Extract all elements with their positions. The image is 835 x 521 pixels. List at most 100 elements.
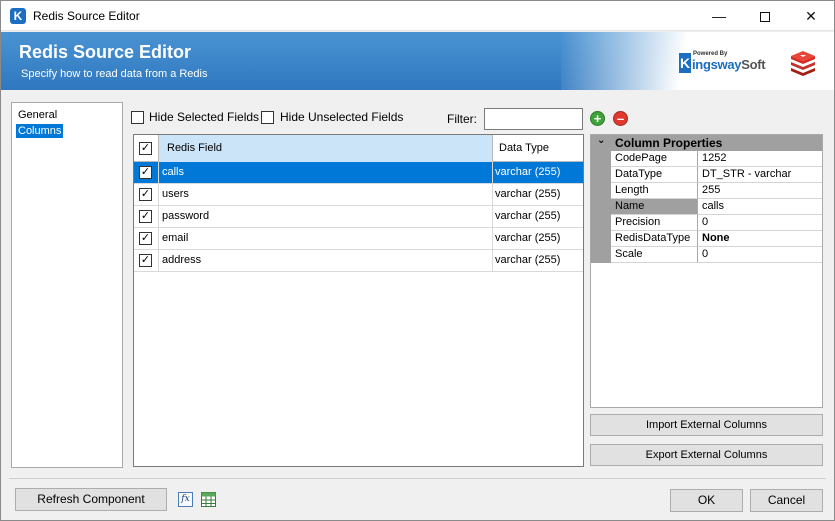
plus-icon: + bbox=[593, 111, 602, 126]
table-row[interactable]: ✓ password varchar (255) bbox=[134, 206, 583, 228]
property-gutter bbox=[591, 151, 611, 167]
banner-title: Redis Source Editor bbox=[19, 42, 192, 62]
property-gutter bbox=[591, 199, 611, 215]
property-row[interactable]: DataType DT_STR - varchar bbox=[591, 167, 822, 183]
row-field-name[interactable]: calls bbox=[159, 162, 493, 184]
property-name: RedisDataType bbox=[611, 231, 698, 247]
filter-input[interactable] bbox=[484, 108, 583, 130]
import-external-columns-button[interactable]: Import External Columns bbox=[590, 414, 823, 436]
minimize-button[interactable]: — bbox=[696, 1, 742, 31]
table-row[interactable]: ✓ email varchar (255) bbox=[134, 228, 583, 250]
redis-logo-icon bbox=[791, 51, 815, 76]
property-name: Precision bbox=[611, 215, 698, 231]
property-gutter bbox=[591, 183, 611, 199]
property-gutter bbox=[591, 247, 611, 263]
row-checkbox[interactable]: ✓ bbox=[139, 188, 152, 201]
property-row[interactable]: Scale 0 bbox=[591, 247, 822, 263]
hide-unselected-label: Hide Unselected Fields bbox=[280, 110, 404, 124]
collapse-chevron-icon[interactable]: ⌄ bbox=[597, 135, 605, 146]
row-field-name[interactable]: password bbox=[159, 206, 493, 228]
row-data-type[interactable]: varchar (255) bbox=[493, 250, 583, 272]
row-field-name[interactable]: users bbox=[159, 184, 493, 206]
row-select-cell: ✓ bbox=[134, 250, 159, 272]
row-select-cell: ✓ bbox=[134, 162, 159, 184]
property-name-selected: Name bbox=[611, 199, 698, 215]
nav-item-columns[interactable]: Columns bbox=[16, 124, 64, 138]
property-row[interactable]: Name calls bbox=[591, 199, 822, 215]
logo-k-icon: K bbox=[679, 53, 691, 73]
property-row[interactable]: RedisDataType None bbox=[591, 231, 822, 247]
banner-subtitle: Specify how to read data from a Redis bbox=[21, 68, 208, 80]
title-bar: K Redis Source Editor — ✕ bbox=[1, 1, 834, 31]
export-external-columns-button[interactable]: Export External Columns bbox=[590, 444, 823, 466]
maximize-button[interactable] bbox=[742, 1, 788, 31]
expression-fx-icon[interactable]: fx bbox=[178, 492, 193, 507]
column-properties-grid: ⌄ Column Properties CodePage 1252 DataTy… bbox=[590, 134, 823, 408]
row-select-cell: ✓ bbox=[134, 184, 159, 206]
row-data-type[interactable]: varchar (255) bbox=[493, 184, 583, 206]
grid-header: ✓ Redis Field Data Type bbox=[134, 135, 583, 162]
property-row[interactable]: Length 255 bbox=[591, 183, 822, 199]
header-select-cell: ✓ bbox=[134, 135, 159, 162]
property-name: DataType bbox=[611, 167, 698, 183]
footer-separator bbox=[9, 478, 826, 479]
filter-label: Filter: bbox=[447, 112, 477, 126]
property-value[interactable]: 1252 bbox=[698, 151, 822, 167]
ok-button[interactable]: OK bbox=[670, 489, 743, 512]
logo-name: ingswaySoft bbox=[692, 57, 766, 72]
hide-selected-label: Hide Selected Fields bbox=[149, 110, 260, 124]
table-row[interactable]: ✓ address varchar (255) bbox=[134, 250, 583, 272]
row-checkbox[interactable]: ✓ bbox=[139, 210, 152, 223]
logo-name-part2: Soft bbox=[741, 57, 766, 72]
property-row[interactable]: CodePage 1252 bbox=[591, 151, 822, 167]
table-row[interactable]: ✓ calls varchar (255) bbox=[134, 162, 583, 184]
left-navigation: General Columns bbox=[11, 102, 123, 468]
header-banner: Redis Source Editor Specify how to read … bbox=[1, 32, 834, 90]
property-value[interactable]: calls bbox=[698, 199, 822, 215]
column-header-data-type[interactable]: Data Type bbox=[493, 135, 583, 162]
column-header-redis-field[interactable]: Redis Field bbox=[159, 135, 493, 162]
window-title: Redis Source Editor bbox=[33, 9, 140, 23]
logo-name-part1: ingsway bbox=[692, 57, 742, 72]
remove-column-button[interactable]: – bbox=[613, 111, 628, 126]
select-all-checkbox[interactable]: ✓ bbox=[139, 142, 152, 155]
refresh-component-button[interactable]: Refresh Component bbox=[15, 488, 167, 511]
hide-selected-checkbox[interactable] bbox=[131, 111, 144, 124]
property-value[interactable]: 255 bbox=[698, 183, 822, 199]
row-data-type[interactable]: varchar (255) bbox=[493, 162, 583, 184]
property-name: CodePage bbox=[611, 151, 698, 167]
cancel-button[interactable]: Cancel bbox=[750, 489, 823, 512]
row-data-type[interactable]: varchar (255) bbox=[493, 206, 583, 228]
properties-header-label: Column Properties bbox=[615, 136, 723, 150]
property-value[interactable]: 0 bbox=[698, 247, 822, 263]
table-settings-icon[interactable] bbox=[201, 492, 216, 507]
row-checkbox[interactable]: ✓ bbox=[139, 232, 152, 245]
row-select-cell: ✓ bbox=[134, 228, 159, 250]
property-value[interactable]: 0 bbox=[698, 215, 822, 231]
properties-category-header[interactable]: ⌄ Column Properties bbox=[591, 135, 822, 151]
property-gutter bbox=[591, 167, 611, 183]
property-gutter bbox=[591, 215, 611, 231]
close-button[interactable]: ✕ bbox=[788, 1, 834, 31]
property-value[interactable]: DT_STR - varchar bbox=[698, 167, 822, 183]
row-field-name[interactable]: email bbox=[159, 228, 493, 250]
kingswaysoft-app-icon: K bbox=[10, 8, 26, 24]
row-field-name[interactable]: address bbox=[159, 250, 493, 272]
row-checkbox[interactable]: ✓ bbox=[139, 166, 152, 179]
maximize-icon bbox=[760, 12, 770, 23]
columns-grid: ✓ Redis Field Data Type ✓ calls varchar … bbox=[133, 134, 584, 467]
row-select-cell: ✓ bbox=[134, 206, 159, 228]
property-value[interactable]: None bbox=[698, 231, 822, 247]
property-gutter bbox=[591, 231, 611, 247]
nav-item-general[interactable]: General bbox=[16, 108, 59, 122]
hide-unselected-checkbox[interactable] bbox=[261, 111, 274, 124]
editor-window: K Redis Source Editor — ✕ Redis Source E… bbox=[0, 0, 835, 521]
property-name: Length bbox=[611, 183, 698, 199]
table-row[interactable]: ✓ users varchar (255) bbox=[134, 184, 583, 206]
property-row[interactable]: Precision 0 bbox=[591, 215, 822, 231]
kingswaysoft-logo: Powered By K ingswaySoft bbox=[679, 51, 769, 75]
row-data-type[interactable]: varchar (255) bbox=[493, 228, 583, 250]
add-column-button[interactable]: + bbox=[590, 111, 605, 126]
minus-icon: – bbox=[616, 111, 625, 126]
row-checkbox[interactable]: ✓ bbox=[139, 254, 152, 267]
